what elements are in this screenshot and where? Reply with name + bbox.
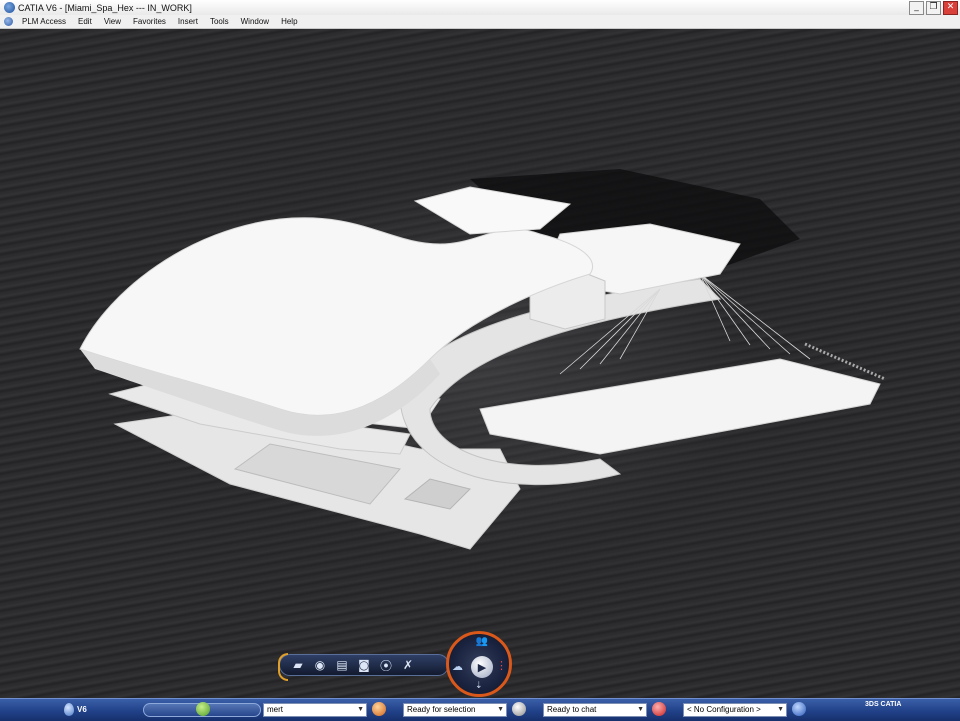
v6-logo-icon bbox=[64, 703, 74, 716]
catia-app-icon[interactable] bbox=[4, 2, 15, 13]
chevron-down-icon[interactable]: ▼ bbox=[357, 704, 364, 716]
chat-status-field: Ready to chat ▼ bbox=[543, 703, 647, 717]
selection-status-field: Ready for selection ▼ bbox=[403, 703, 507, 717]
menu-edit[interactable]: Edit bbox=[72, 17, 98, 26]
arrows-icon[interactable]: ⇣ bbox=[475, 681, 483, 691]
sphere-icon[interactable]: ◉ bbox=[312, 657, 328, 673]
compass-widget[interactable]: 👥 ☁ ▶ ⋮ ⇣ bbox=[446, 631, 512, 697]
title-bar: CATIA V6 - [Miami_Spa_Hex --- IN_WORK] _… bbox=[0, 0, 960, 16]
v6-label: V6 bbox=[77, 705, 87, 714]
action-pad-handle[interactable] bbox=[278, 653, 288, 681]
cloud-icon[interactable]: ☁ bbox=[452, 660, 463, 673]
configuration-icon[interactable] bbox=[792, 702, 806, 716]
window-controls: _ ❐ ✕ bbox=[909, 1, 958, 15]
v6-brand[interactable]: V6 bbox=[64, 703, 87, 716]
magnifier-icon[interactable] bbox=[512, 702, 526, 716]
capture-icon[interactable]: ⦿ bbox=[378, 657, 394, 673]
menu-window[interactable]: Window bbox=[235, 17, 275, 26]
building-render bbox=[79, 169, 886, 550]
dashboard-icon[interactable]: ▰ bbox=[290, 657, 306, 673]
chevron-down-icon[interactable]: ▼ bbox=[637, 704, 644, 716]
menu-view[interactable]: View bbox=[98, 17, 127, 26]
window-title: CATIA V6 - [Miami_Spa_Hex --- IN_WORK] bbox=[18, 2, 192, 13]
search-icon[interactable] bbox=[372, 702, 386, 716]
configuration-value: < No Configuration > bbox=[687, 705, 761, 714]
render-icon[interactable]: ▤ bbox=[334, 657, 350, 673]
menu-favorites[interactable]: Favorites bbox=[127, 17, 172, 26]
search-field[interactable]: mert ▼ bbox=[263, 703, 367, 717]
tools-icon[interactable]: ✗ bbox=[400, 657, 416, 673]
chat-status: Ready to chat bbox=[547, 705, 597, 714]
chat-icon[interactable] bbox=[652, 702, 666, 716]
camera-icon[interactable]: ◙ bbox=[356, 657, 372, 673]
search-value: mert bbox=[267, 705, 283, 714]
menu-plm-access[interactable]: PLM Access bbox=[16, 17, 72, 26]
play-icon[interactable]: ▶ bbox=[471, 656, 493, 678]
tree-icon[interactable]: ⋮ bbox=[496, 659, 507, 672]
3d-viewport[interactable] bbox=[0, 29, 960, 698]
configuration-field[interactable]: < No Configuration > ▼ bbox=[683, 703, 787, 717]
cantilever-deck bbox=[479, 358, 881, 455]
menu-bar: PLM Access Edit View Favorites Insert To… bbox=[0, 15, 960, 29]
chevron-down-icon[interactable]: ▼ bbox=[497, 704, 504, 716]
close-button[interactable]: ✕ bbox=[943, 1, 958, 15]
minimize-button[interactable]: _ bbox=[909, 1, 924, 15]
chevron-down-icon[interactable]: ▼ bbox=[777, 704, 784, 716]
action-pad: ▰ ◉ ▤ ◙ ⦿ ✗ bbox=[278, 653, 449, 681]
menu-tools[interactable]: Tools bbox=[204, 17, 235, 26]
restore-button[interactable]: ❐ bbox=[926, 1, 941, 15]
selection-status: Ready for selection bbox=[407, 705, 476, 714]
social-icon[interactable]: 👥 bbox=[474, 636, 490, 648]
3ds-catia-logo: 3DS CATIA bbox=[865, 701, 902, 708]
status-bar: V6 mert ▼ Ready for selection ▼ Ready to… bbox=[0, 698, 960, 721]
document-icon[interactable] bbox=[4, 17, 13, 26]
menu-insert[interactable]: Insert bbox=[172, 17, 204, 26]
menu-help[interactable]: Help bbox=[275, 17, 303, 26]
compass-mini-icon[interactable] bbox=[196, 702, 210, 716]
